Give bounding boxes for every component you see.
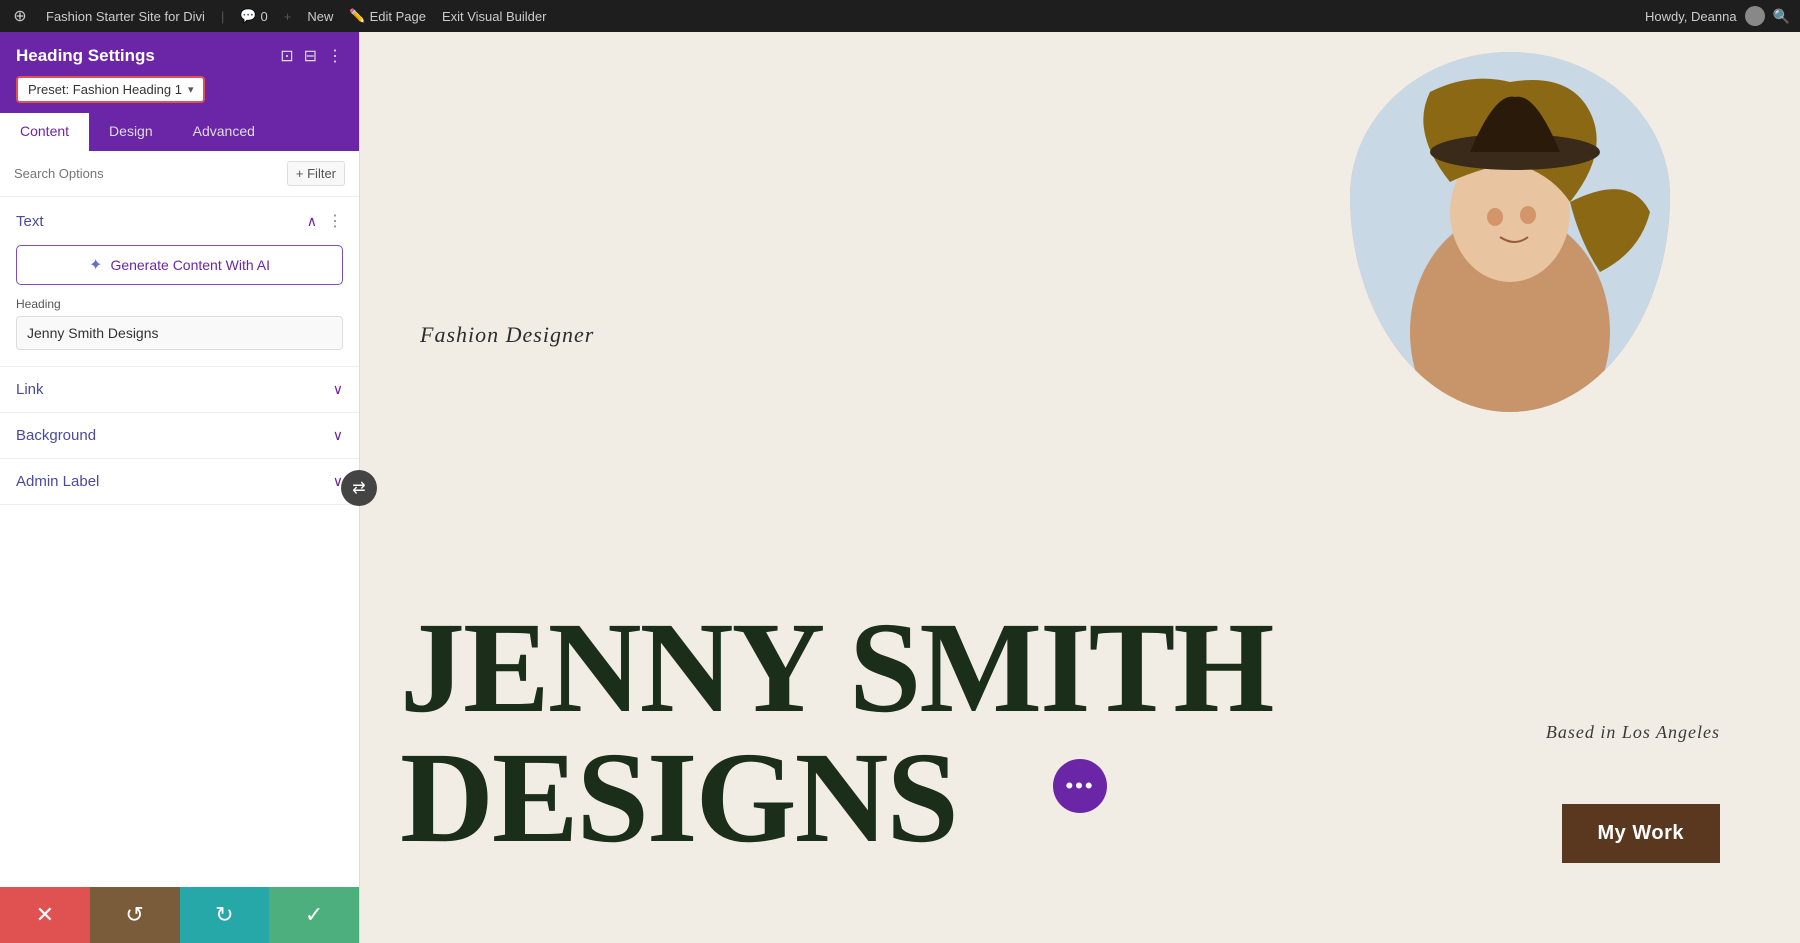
link-section-title: Link [16,381,44,398]
ai-button-label: Generate Content With AI [110,257,270,273]
section-options-icon[interactable]: ⋮ [327,211,343,231]
cancel-button[interactable]: ✕ [0,887,90,943]
edit-page-link[interactable]: ✏️ Edit Page [349,8,426,24]
model-illustration [1350,52,1670,412]
search-input[interactable] [14,166,279,181]
three-dots-button[interactable]: ••• [1053,759,1107,813]
save-button[interactable]: ✓ [269,887,359,943]
generate-ai-button[interactable]: ✦ Generate Content With AI [16,245,343,285]
admin-label-section: Admin Label ∨ [0,459,359,505]
fashion-designer-label: Fashion Designer [420,322,594,348]
chevron-down-icon: ▾ [188,83,194,96]
redo-icon: ↻ [215,902,233,928]
brand-name-line1: JENNY SMITH [400,603,1760,733]
preset-selector[interactable]: Preset: Fashion Heading 1 ▾ [16,76,205,103]
background-section-title: Background [16,427,96,444]
user-avatar [1745,6,1765,26]
heading-field-label: Heading [16,297,343,311]
howdy-section: Howdy, Deanna 🔍 [1645,6,1790,26]
undo-button[interactable]: ↺ [90,887,180,943]
filter-button[interactable]: + Filter [287,161,345,186]
model-circle-image [1350,52,1670,412]
panel-body: + Filter Text ∧ ⋮ ✦ Generate Content Wit… [0,151,359,887]
preset-label: Preset: Fashion Heading 1 [28,82,182,97]
three-dots-icon: ••• [1065,773,1094,799]
text-section: Text ∧ ⋮ ✦ Generate Content With AI Head… [0,197,359,367]
wordpress-logo-icon[interactable]: ⊕ [10,6,30,26]
panel-toggle-button[interactable]: ⇄ [341,470,377,506]
canvas-area: Fashion Designer JENNY SMITH DESIGNS Bas… [360,32,1800,943]
panel-tabs: Content Design Advanced [0,113,359,151]
edit-page-label: Edit Page [370,9,426,24]
pencil-icon: ✏️ [349,8,365,24]
redo-button[interactable]: ↻ [180,887,270,943]
background-section-header[interactable]: Background ∨ [0,413,359,458]
text-section-title: Text [16,213,44,230]
main-layout: Heading Settings ⊡ ⊟ ⋮ Preset: Fashion H… [0,32,1800,943]
link-section-header[interactable]: Link ∨ [0,367,359,412]
tab-design[interactable]: Design [89,113,173,151]
fullscreen-icon[interactable]: ⊡ [280,46,293,66]
filter-label: + Filter [296,166,336,181]
fashion-content: Fashion Designer JENNY SMITH DESIGNS Bas… [360,32,1800,943]
bottom-action-bar: ✕ ↺ ↻ ✓ [0,887,359,943]
based-in-text: Based in Los Angeles [1546,722,1720,743]
background-section: Background ∨ [0,413,359,459]
text-section-content: ✦ Generate Content With AI Heading [0,245,359,366]
heading-input[interactable] [16,316,343,350]
search-bar: + Filter [0,151,359,197]
separator2: + [284,9,292,24]
model-image-container [1350,52,1700,432]
howdy-label: Howdy, Deanna [1645,9,1737,24]
text-section-icons: ∧ ⋮ [307,211,343,231]
collapse-icon[interactable]: ∧ [307,213,317,230]
more-options-icon[interactable]: ⋮ [327,46,343,66]
search-icon[interactable]: 🔍 [1773,8,1790,25]
panel-header-top: Heading Settings ⊡ ⊟ ⋮ [16,46,343,66]
comment-icon: 💬 [240,8,256,24]
separator: | [221,9,224,24]
tab-content[interactable]: Content [0,113,89,151]
panel-header: Heading Settings ⊡ ⊟ ⋮ Preset: Fashion H… [0,32,359,113]
settings-panel: Heading Settings ⊡ ⊟ ⋮ Preset: Fashion H… [0,32,360,943]
cancel-icon: ✕ [36,902,54,928]
undo-icon: ↺ [125,902,143,928]
wp-admin-bar: ⊕ Fashion Starter Site for Divi | 💬 0 + … [0,0,1800,32]
expand-link-icon[interactable]: ∨ [333,381,343,398]
new-label: New [307,9,333,24]
comments-count: 0 [261,9,268,24]
ai-icon: ✦ [89,255,102,275]
fashion-page: Fashion Designer JENNY SMITH DESIGNS Bas… [360,32,1800,943]
save-icon: ✓ [305,902,323,928]
exit-visual-builder-link[interactable]: Exit Visual Builder [442,9,547,24]
site-name[interactable]: Fashion Starter Site for Divi [46,9,205,24]
my-work-button[interactable]: My Work [1562,804,1720,863]
background-section-icons: ∨ [333,427,343,444]
tab-advanced[interactable]: Advanced [173,113,275,151]
link-section-icons: ∨ [333,381,343,398]
comments-link[interactable]: 💬 0 [240,8,267,24]
link-section: Link ∨ [0,367,359,413]
expand-background-icon[interactable]: ∨ [333,427,343,444]
text-section-header[interactable]: Text ∧ ⋮ [0,197,359,245]
panel-title: Heading Settings [16,46,155,66]
columns-icon[interactable]: ⊟ [304,46,317,66]
admin-label-section-title: Admin Label [16,473,99,490]
toggle-icon: ⇄ [352,478,365,498]
new-button[interactable]: New [307,9,333,24]
panel-header-icons: ⊡ ⊟ ⋮ [280,46,343,66]
admin-label-section-header[interactable]: Admin Label ∨ [0,459,359,504]
